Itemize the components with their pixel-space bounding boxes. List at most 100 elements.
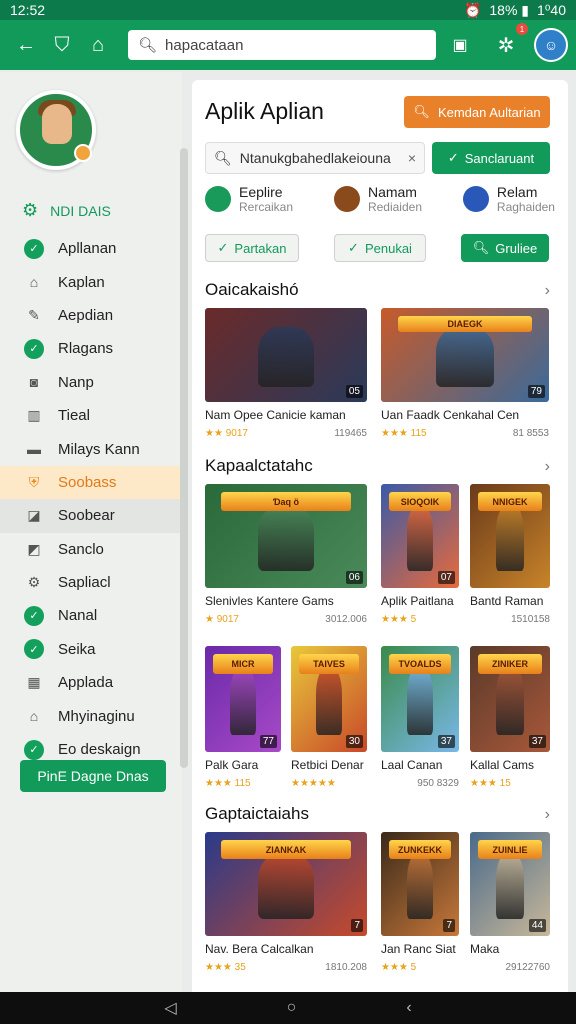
game-logo-banner: SIOQOIK: [388, 492, 452, 512]
check-circle-icon: ✓: [24, 238, 44, 259]
game-card[interactable]: TAIVES 30 Retbici Denar ★★★★★: [291, 646, 367, 789]
sidebar-item[interactable]: ✓ Nanal: [0, 599, 182, 632]
game-thumbnail[interactable]: DIAEGK 79: [381, 308, 549, 402]
clear-icon[interactable]: ×: [408, 150, 416, 166]
game-card[interactable]: DIAEGK 79 Uan Faadk Cenkahal Cen ★★★ 115 81 …: [381, 308, 549, 439]
game-thumbnail[interactable]: ZUNKEKK 7: [381, 832, 459, 936]
game-card[interactable]: TVOALDS 37 Laal Canan 950 8329: [381, 646, 459, 789]
game-card[interactable]: MICR 77 Palk Gara ★★★ 115: [205, 646, 281, 789]
sidebar-item[interactable]: ✓ Rlagans: [0, 332, 182, 365]
game-title: Slenivles Kantere Gams: [205, 594, 334, 608]
sidebar-item[interactable]: ◙ Nanp: [0, 366, 182, 399]
game-logo-banner: DIAEGK: [397, 315, 533, 333]
sidebar-item[interactable]: ◩ Sanclo: [0, 533, 182, 566]
chip-label: Gruliee: [495, 240, 538, 256]
sidebar-item[interactable]: ✎ Aepdian: [0, 299, 182, 332]
battery-text: 18% ▮: [489, 1, 530, 18]
sidebar-item-label: Sanclo: [58, 540, 104, 558]
game-thumbnail[interactable]: ZIANKAK 7: [205, 832, 367, 936]
game-thumbnail[interactable]: MICR 77: [205, 646, 281, 752]
sidebar-item[interactable]: ▬ Milays Kann: [0, 432, 182, 465]
rating-badge: 37: [437, 735, 455, 748]
nav-recents-icon[interactable]: ‹: [406, 999, 411, 1017]
rating-badge: 44: [528, 919, 546, 932]
category-item[interactable]: Namam Rediaiden: [333, 184, 422, 214]
character-art: [258, 504, 314, 572]
game-card[interactable]: Ɗaq ö 06 Slenivles Kantere Gams ★ 9017 3012.…: [205, 484, 367, 625]
shield-logo-icon[interactable]: ⛉: [44, 27, 80, 63]
profile-avatar[interactable]: [16, 90, 96, 170]
game-meta: ★★★ 15: [470, 778, 550, 789]
top-action-button[interactable]: 🔍︎ Kemdan Aultarian: [404, 96, 550, 128]
game-thumbnail[interactable]: SIOQOIK 07: [381, 484, 459, 588]
game-title: Palk Gara: [205, 758, 259, 772]
chip-partakan[interactable]: ✓ Partakan: [205, 234, 299, 262]
app-search-input[interactable]: 🔍︎ Ntanukgbahedlakeiouna ×: [205, 142, 425, 174]
game-thumbnail[interactable]: TVOALDS 37: [381, 646, 459, 752]
screenshot-icon[interactable]: ▣: [442, 27, 478, 63]
game-thumbnail[interactable]: ZINIKER 37: [470, 646, 550, 752]
game-thumbnail[interactable]: TAIVES 30: [291, 646, 367, 752]
back-arrow-icon[interactable]: ←: [8, 27, 44, 63]
star-rating: ★★★ 35: [205, 962, 246, 973]
sidebar-item[interactable]: ⌂ Mhyinaginu: [0, 699, 182, 732]
sidebar-item[interactable]: ▥ Tieal: [0, 399, 182, 432]
download-count: 1510158: [511, 614, 550, 625]
game-card[interactable]: ZINIKER 37 Kallal Cams ★★★ 15: [470, 646, 550, 789]
star-rating: ★★★ 15: [470, 778, 511, 789]
game-meta: ★★★ 5: [381, 962, 459, 973]
game-thumbnail[interactable]: ZUINLIE 44: [470, 832, 550, 936]
home-icon[interactable]: ⌂: [80, 27, 116, 63]
nav-home-icon[interactable]: ○: [287, 999, 297, 1017]
top-action-label: Kemdan Aultarian: [437, 104, 541, 120]
game-thumbnail[interactable]: 05: [205, 308, 367, 402]
game-card[interactable]: SIOQOIK 07 Aplik Paitlana ★★★ 5: [381, 484, 459, 625]
game-card[interactable]: ZIANKAK 7 Nav. Bera Calcalkan ★★★ 35 1810.20…: [205, 832, 367, 973]
check-circle-icon: ✓: [24, 639, 44, 660]
chevron-right-icon[interactable]: ›: [545, 282, 550, 300]
rating-badge: 79: [527, 385, 545, 398]
sidebar-item[interactable]: ◪ Soobear: [0, 499, 182, 533]
game-thumbnail[interactable]: Ɗaq ö 06: [205, 484, 367, 588]
game-card[interactable]: NNIGEK Bantd Raman 1510158: [470, 484, 550, 625]
nav-back-icon[interactable]: ◁: [164, 998, 176, 1018]
sidebar-scrollbar[interactable]: [180, 148, 188, 768]
user-avatar[interactable]: ☺: [534, 28, 568, 62]
star-rating: ★★★★★: [291, 778, 336, 789]
pencil-icon: ✎: [28, 306, 40, 323]
chevron-right-icon[interactable]: ›: [545, 806, 550, 824]
game-logo-banner: MICR: [212, 654, 274, 674]
game-card[interactable]: ZUNKEKK 7 Jan Ranc Siat ★★★ 5: [381, 832, 459, 973]
game-card[interactable]: ZUINLIE 44 Maka 29122760: [470, 832, 550, 973]
category-item[interactable]: Eeplire Rercaikan: [205, 184, 293, 214]
sidebar-item[interactable]: ✓ Seika: [0, 633, 182, 666]
system-nav-bar: ◁ ○ ‹: [0, 992, 576, 1024]
sidebar-item[interactable]: ⚙ Sapliacl: [0, 566, 182, 599]
sidebar-header: ⚙ NDI DAIS: [22, 200, 111, 221]
download-count: 119465: [334, 428, 367, 439]
game-thumbnail[interactable]: NNIGEK: [470, 484, 550, 588]
sidebar-action-button[interactable]: PinE Dagne Dnas: [20, 760, 166, 792]
chip-gruliee[interactable]: 🔍︎ Gruliee: [461, 234, 549, 262]
category-item[interactable]: Relam Raghaiden: [462, 184, 555, 214]
game-logo-banner: TAIVES: [298, 654, 360, 674]
category-title: Namam: [367, 184, 417, 200]
game-card[interactable]: 05 Nam Opee Canicie kaman ★★ 9017 119465: [205, 308, 367, 439]
search-submit-button[interactable]: ✓ Sanclaruant: [432, 142, 550, 174]
game-title: Laal Canan: [381, 758, 443, 772]
chip-penukai[interactable]: ✓ Penukai: [334, 234, 426, 262]
star-rating: ★★★ 115: [381, 428, 427, 439]
star-rating: ★ 9017: [205, 614, 239, 625]
chevron-right-icon[interactable]: ›: [545, 458, 550, 476]
top-search-value: hapacataan: [165, 36, 244, 54]
top-search-input[interactable]: 🔍︎ hapacataan: [128, 30, 436, 60]
sidebar-item-label: Eo deskaign: [58, 741, 141, 759]
category-icon: [462, 186, 489, 212]
share-network-icon[interactable]: ✲ 1: [488, 23, 528, 63]
sidebar-item[interactable]: ⌂ Kaplan: [0, 265, 182, 298]
game-meta: ★★★ 115: [205, 778, 281, 789]
character-art: [496, 667, 524, 736]
sidebar-item[interactable]: ✓ Apllanan: [0, 232, 182, 265]
sidebar-item[interactable]: ⛨ Soobass: [0, 465, 182, 500]
sidebar-item[interactable]: ▦ Applada: [0, 666, 182, 699]
